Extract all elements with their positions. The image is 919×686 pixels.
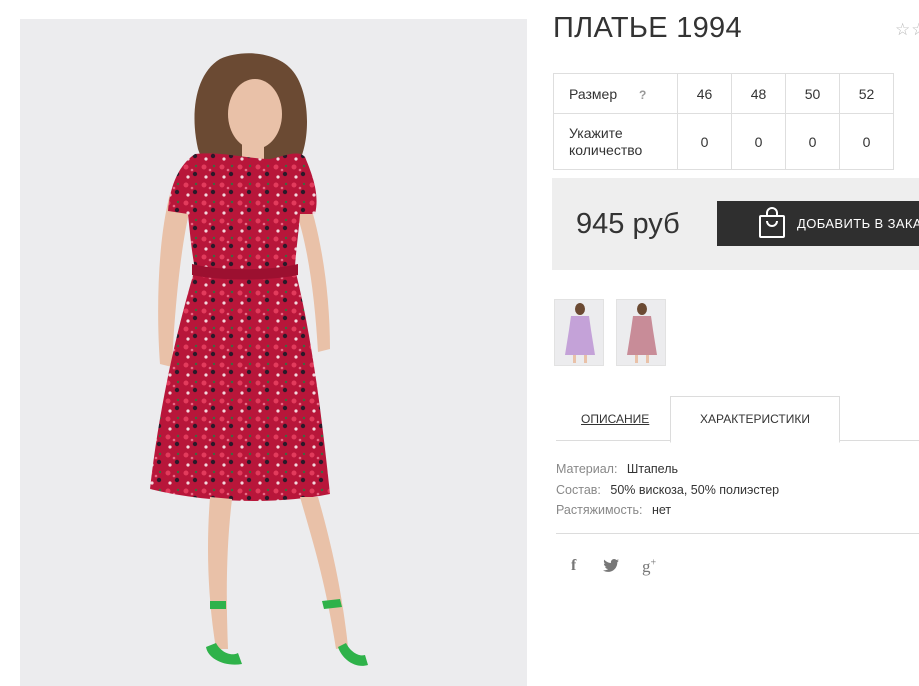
spec-row-material: Материал: Штапель xyxy=(556,459,779,480)
rating-stars-icon[interactable]: ☆☆ xyxy=(895,20,919,40)
facebook-icon[interactable]: f xyxy=(571,557,576,575)
spec-row-composition: Состав: 50% вискоза, 50% полиэстер xyxy=(556,480,779,501)
quantity-input-48[interactable]: 0 xyxy=(731,113,786,170)
quantity-label-cell: Укажите количество xyxy=(553,113,678,170)
help-icon[interactable]: ? xyxy=(639,88,646,102)
google-plus-icon[interactable]: g+ xyxy=(642,557,656,577)
thumbnail-2[interactable] xyxy=(616,299,666,366)
price-panel: 945 руб ДОБАВИТЬ В ЗАКАЗ xyxy=(552,178,919,270)
spec-key: Материал: xyxy=(556,462,618,476)
main-product-image[interactable] xyxy=(20,19,527,686)
quantity-input-50[interactable]: 0 xyxy=(785,113,840,170)
size-row: Размер ? 46 48 50 52 xyxy=(553,73,894,114)
twitter-icon[interactable] xyxy=(603,559,619,576)
tab-characteristics[interactable]: ХАРАКТЕРИСТИКИ xyxy=(670,396,840,443)
product-title: ПЛАТЬЕ 1994 xyxy=(553,12,742,44)
google-plus-sup: + xyxy=(650,557,657,569)
spec-key: Состав: xyxy=(556,482,601,497)
spec-value: Штапель xyxy=(626,462,679,476)
spec-value: нет xyxy=(651,503,672,517)
size-cell-48: 48 xyxy=(731,73,786,114)
quantity-label-line1: Укажите xyxy=(569,124,623,141)
spec-row-stretch: Растяжимость: нет xyxy=(556,500,779,521)
quantity-row: Укажите количество 0 0 0 0 xyxy=(553,113,894,170)
size-cell-46: 46 xyxy=(677,73,732,114)
size-quantity-table: Размер ? 46 48 50 52 Укажите количество … xyxy=(553,73,894,170)
google-plus-glyph: g xyxy=(642,557,651,576)
add-to-order-button[interactable]: ДОБАВИТЬ В ЗАКАЗ xyxy=(717,201,919,246)
specs-divider xyxy=(556,533,919,534)
quantity-input-46[interactable]: 0 xyxy=(677,113,732,170)
size-label: Размер xyxy=(569,85,618,102)
spec-key: Растяжимость: xyxy=(556,503,643,517)
quantity-label-line2: количество xyxy=(569,141,643,158)
size-cell-50: 50 xyxy=(785,73,840,114)
tab-description[interactable]: ОПИСАНИЕ xyxy=(581,412,649,426)
price-value: 945 руб xyxy=(576,208,680,240)
shopping-bag-icon xyxy=(758,207,786,242)
size-label-cell: Размер ? xyxy=(553,73,678,114)
add-to-order-label: ДОБАВИТЬ В ЗАКАЗ xyxy=(797,216,919,231)
spec-value: 50% вискоза, 50% полиэстер xyxy=(610,482,780,497)
thumbnail-1[interactable] xyxy=(554,299,604,366)
size-cell-52: 52 xyxy=(839,73,894,114)
quantity-input-52[interactable]: 0 xyxy=(839,113,894,170)
specs-list: Материал: Штапель Состав: 50% вискоза, 5… xyxy=(556,459,779,521)
